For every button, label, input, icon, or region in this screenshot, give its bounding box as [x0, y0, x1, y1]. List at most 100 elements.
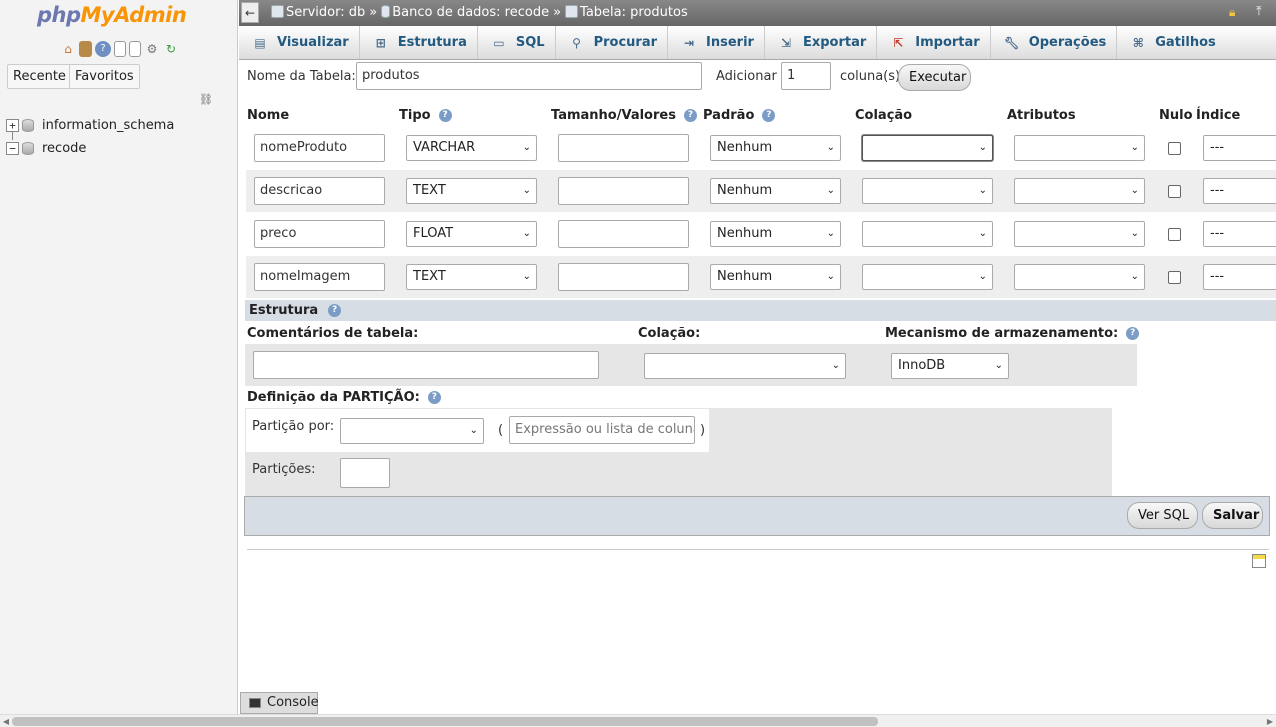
help-icon[interactable]: ?	[427, 391, 441, 404]
exit-icon[interactable]	[79, 41, 92, 57]
column-index-select[interactable]: ---	[1203, 178, 1276, 204]
chevron-down-icon: ⌄	[522, 228, 531, 239]
tab-operations[interactable]: 🔧︎ Operações	[991, 26, 1118, 59]
partition-expression-input[interactable]: Expressão ou lista de colunas	[509, 416, 695, 444]
scrollbar-thumb[interactable]	[12, 717, 878, 726]
column-null-checkbox[interactable]	[1168, 228, 1181, 241]
link-icon[interactable]: ⛓	[199, 94, 213, 105]
column-default-select[interactable]: Nenhum ⌄	[710, 178, 841, 204]
execute-button[interactable]: Executar	[898, 64, 971, 91]
column-null-checkbox[interactable]	[1168, 142, 1181, 155]
tab-structure[interactable]: ⊞ Estrutura	[360, 26, 478, 59]
partitions-count-input[interactable]	[340, 458, 390, 488]
storage-engine-label-text: Mecanismo de armazenamento:	[885, 326, 1119, 341]
header-length-label: Tamanho/Valores	[551, 108, 676, 123]
notes-icon[interactable]	[1252, 554, 1266, 568]
column-attributes-select[interactable]: ⌄	[1014, 221, 1145, 247]
column-attributes-select[interactable]: ⌄	[1014, 178, 1145, 204]
tab-search[interactable]: ⚲ Procurar	[556, 26, 669, 59]
column-type-select[interactable]: VARCHAR ⌄	[406, 135, 537, 161]
breadcrumb: Servidor: db » Banco de dados: recode » …	[271, 5, 688, 20]
help-icon[interactable]: ?	[438, 109, 452, 122]
tab-browse[interactable]: ▤ Visualizar	[239, 26, 360, 59]
console-toggle[interactable]: Console	[240, 692, 319, 714]
tab-import[interactable]: ⇱ Importar	[877, 26, 991, 59]
add-label: Adicionar	[716, 69, 777, 84]
column-default-select[interactable]: Nenhum ⌄	[710, 221, 841, 247]
scroll-right-icon[interactable]: ▶	[1264, 715, 1276, 727]
favorites-button[interactable]: Favoritos	[69, 64, 140, 89]
column-collation-select[interactable]: ⌄	[862, 178, 993, 204]
collapse-icon[interactable]: −	[6, 141, 19, 155]
tree-item-recode[interactable]: − recode	[6, 139, 86, 157]
select-value: VARCHAR	[413, 140, 476, 155]
add-columns-input[interactable]: 1	[781, 62, 831, 90]
docs-icon[interactable]	[114, 41, 126, 57]
column-length-input[interactable]	[558, 177, 689, 205]
docs2-icon[interactable]	[129, 41, 141, 57]
select-value: Nenhum	[717, 226, 773, 241]
table-name-label: Nome da Tabela:	[247, 69, 356, 84]
column-length-input[interactable]	[558, 263, 689, 291]
phpmyadmin-logo[interactable]: phpMyAdmin	[37, 3, 187, 27]
back-button[interactable]: ←	[241, 2, 259, 23]
column-name-input[interactable]: nomeImagem	[254, 263, 385, 291]
tree-item-label[interactable]: recode	[42, 141, 86, 156]
home-icon[interactable]: ⌂	[60, 41, 76, 57]
breadcrumb-database[interactable]: Banco de dados: recode	[381, 5, 549, 20]
column-default-select[interactable]: Nenhum ⌄	[710, 264, 841, 290]
breadcrumb-table[interactable]: Tabela: produtos	[565, 5, 688, 20]
column-default-select[interactable]: Nenhum ⌄	[710, 135, 841, 161]
column-attributes-select[interactable]: ⌄	[1014, 135, 1145, 161]
horizontal-scrollbar[interactable]: ◀ ▶	[0, 714, 1276, 727]
save-button[interactable]: Salvar	[1202, 502, 1263, 529]
header-null-label: Nulo	[1159, 108, 1193, 123]
breadcrumb-server[interactable]: Servidor: db	[271, 5, 365, 20]
settings-icon[interactable]: ⚙	[144, 41, 160, 57]
column-type-select[interactable]: TEXT ⌄	[406, 264, 537, 290]
chevron-down-icon: ⌄	[522, 271, 531, 282]
search-icon: ⚲	[572, 35, 581, 50]
column-collation-select[interactable]: ⌄	[862, 264, 993, 290]
column-index-select[interactable]: ---	[1203, 135, 1276, 161]
paren-close: )	[700, 423, 706, 438]
preview-sql-button[interactable]: Ver SQL	[1127, 502, 1198, 529]
help-icon[interactable]: ?	[328, 304, 342, 317]
table-collation-select[interactable]: ⌄	[644, 353, 846, 379]
tree-item-label[interactable]: information_schema	[42, 118, 174, 133]
scroll-left-icon[interactable]: ◀	[0, 715, 12, 727]
help-icon[interactable]: ?	[683, 109, 697, 122]
expand-icon[interactable]: +	[6, 118, 19, 132]
column-attributes-select[interactable]: ⌄	[1014, 264, 1145, 290]
column-null-checkbox[interactable]	[1168, 271, 1181, 284]
column-index-select[interactable]: ---	[1203, 264, 1276, 290]
column-length-input[interactable]	[558, 220, 689, 248]
column-collation-select[interactable]: ⌄	[862, 221, 993, 247]
recent-button[interactable]: Recente	[7, 64, 72, 89]
tab-triggers[interactable]: ⌘ Gatilhos	[1117, 26, 1226, 59]
column-null-checkbox[interactable]	[1168, 185, 1181, 198]
column-collation-select[interactable]: ⌄	[862, 135, 993, 161]
tab-insert[interactable]: ⇥ Inserir	[668, 26, 765, 59]
column-length-input[interactable]	[558, 134, 689, 162]
lock-icon[interactable]: 🔒︎	[1229, 5, 1243, 19]
column-name-input[interactable]: descricao	[254, 177, 385, 205]
tab-sql[interactable]: ▭ SQL	[478, 26, 556, 59]
partition-by-select[interactable]: ⌄	[340, 418, 484, 444]
column-name-input[interactable]: nomeProduto	[254, 134, 385, 162]
column-type-select[interactable]: FLOAT ⌄	[406, 221, 537, 247]
column-type-select[interactable]: TEXT ⌄	[406, 178, 537, 204]
column-index-select[interactable]: ---	[1203, 221, 1276, 247]
help-icon[interactable]: ?	[95, 41, 111, 57]
column-name-input[interactable]: preco	[254, 220, 385, 248]
help-icon[interactable]: ?	[762, 109, 776, 122]
help-icon[interactable]: ?	[1126, 327, 1140, 340]
storage-engine-select[interactable]: InnoDB ⌄	[891, 353, 1009, 379]
collapse-top-icon[interactable]: ⤒	[1256, 4, 1270, 20]
tree-item-information-schema[interactable]: + information_schema	[6, 116, 174, 134]
partition-title: Definição da PARTIÇÃO:?	[247, 390, 441, 405]
reload-icon[interactable]: ↻	[163, 41, 179, 57]
table-name-input[interactable]: produtos	[356, 62, 702, 90]
tab-export[interactable]: ⇲ Exportar	[765, 26, 878, 59]
table-comments-input[interactable]	[253, 351, 599, 379]
